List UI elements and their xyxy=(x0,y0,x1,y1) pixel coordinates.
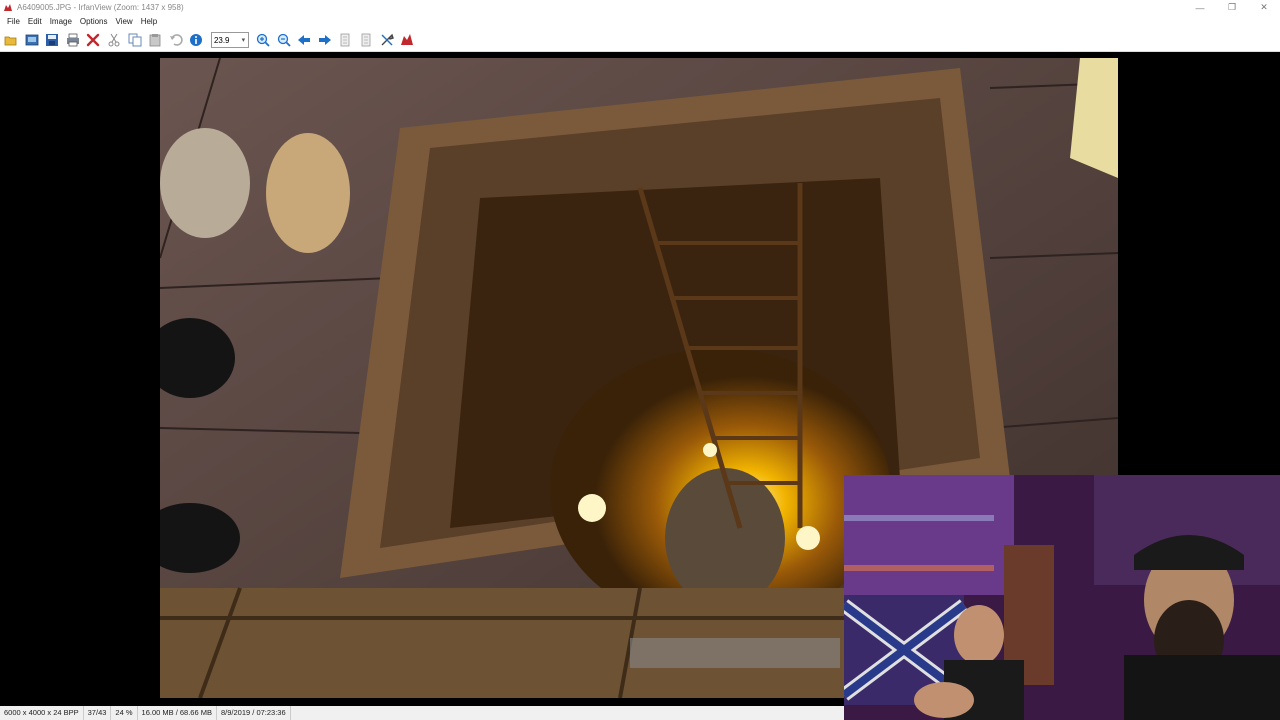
properties-button[interactable] xyxy=(378,31,396,49)
menu-view[interactable]: View xyxy=(112,15,137,29)
irfanview-logo-icon xyxy=(401,34,414,45)
undo-button[interactable] xyxy=(167,31,185,49)
webcam-overlay xyxy=(844,475,1280,720)
status-datetime: 8/9/2019 / 07:23:36 xyxy=(217,706,291,720)
info-button[interactable] xyxy=(187,31,205,49)
paste-button[interactable] xyxy=(146,31,164,49)
next-button[interactable] xyxy=(316,31,334,49)
last-page-icon xyxy=(361,33,371,47)
slideshow-button[interactable] xyxy=(23,31,41,49)
irfanview-window: A6409005.JPG - IrfanView (Zoom: 1437 x 9… xyxy=(0,0,1280,720)
cut-icon xyxy=(108,33,120,47)
save-icon xyxy=(46,34,59,46)
status-bar: 6000 x 4000 x 24 BPP 37/43 24 % 16.00 MB… xyxy=(0,706,844,720)
previous-button[interactable] xyxy=(295,31,313,49)
paste-icon xyxy=(149,34,161,47)
menu-bar: File Edit Image Options View Help xyxy=(0,15,1280,29)
copy-button[interactable] xyxy=(126,31,144,49)
status-dimensions: 6000 x 4000 x 24 BPP xyxy=(0,706,84,720)
print-button[interactable] xyxy=(64,31,82,49)
maximize-button[interactable]: ❐ xyxy=(1216,0,1248,15)
delete-button[interactable] xyxy=(84,31,102,49)
info-icon xyxy=(190,34,203,46)
irfanview-app-icon xyxy=(4,3,12,11)
zoom-out-icon xyxy=(277,33,291,47)
window-controls: — ❐ ✕ xyxy=(1184,0,1280,15)
previous-icon xyxy=(298,35,311,45)
menu-edit[interactable]: Edit xyxy=(24,15,46,29)
undo-icon xyxy=(169,34,183,46)
delete-icon xyxy=(87,33,100,47)
save-button[interactable] xyxy=(43,31,61,49)
menu-options[interactable]: Options xyxy=(76,15,112,29)
window-title: A6409005.JPG - IrfanView (Zoom: 1437 x 9… xyxy=(17,3,184,12)
about-button[interactable] xyxy=(398,31,416,49)
menu-help[interactable]: Help xyxy=(137,15,161,29)
open-folder-icon xyxy=(4,36,17,46)
zoom-in-icon xyxy=(256,33,270,47)
status-zoom: 24 % xyxy=(111,706,138,720)
print-icon xyxy=(66,33,79,47)
close-button[interactable]: ✕ xyxy=(1248,0,1280,15)
slideshow-icon xyxy=(25,34,38,46)
status-position: 37/43 xyxy=(84,706,112,720)
copy-icon xyxy=(128,33,142,47)
last-page-button[interactable] xyxy=(357,31,375,49)
menu-file[interactable]: File xyxy=(3,15,24,29)
zoom-out-button[interactable] xyxy=(275,31,293,49)
open-button[interactable] xyxy=(2,31,20,49)
title-bar: A6409005.JPG - IrfanView (Zoom: 1437 x 9… xyxy=(0,0,1280,15)
zoom-value: 23.9 xyxy=(213,35,230,45)
minimize-button[interactable]: — xyxy=(1184,0,1216,15)
menu-image[interactable]: Image xyxy=(46,15,76,29)
properties-icon xyxy=(381,33,394,46)
next-icon xyxy=(318,35,331,45)
zoom-in-button[interactable] xyxy=(254,31,272,49)
cut-button[interactable] xyxy=(105,31,123,49)
chevron-down-icon: ▾ xyxy=(241,37,246,44)
first-page-button[interactable] xyxy=(336,31,354,49)
zoom-select[interactable]: 23.9 ▾ xyxy=(210,32,249,48)
toolbar: 23.9 ▾ xyxy=(0,29,1280,52)
first-page-icon xyxy=(340,33,350,47)
status-memory: 16.00 MB / 68.66 MB xyxy=(138,706,217,720)
